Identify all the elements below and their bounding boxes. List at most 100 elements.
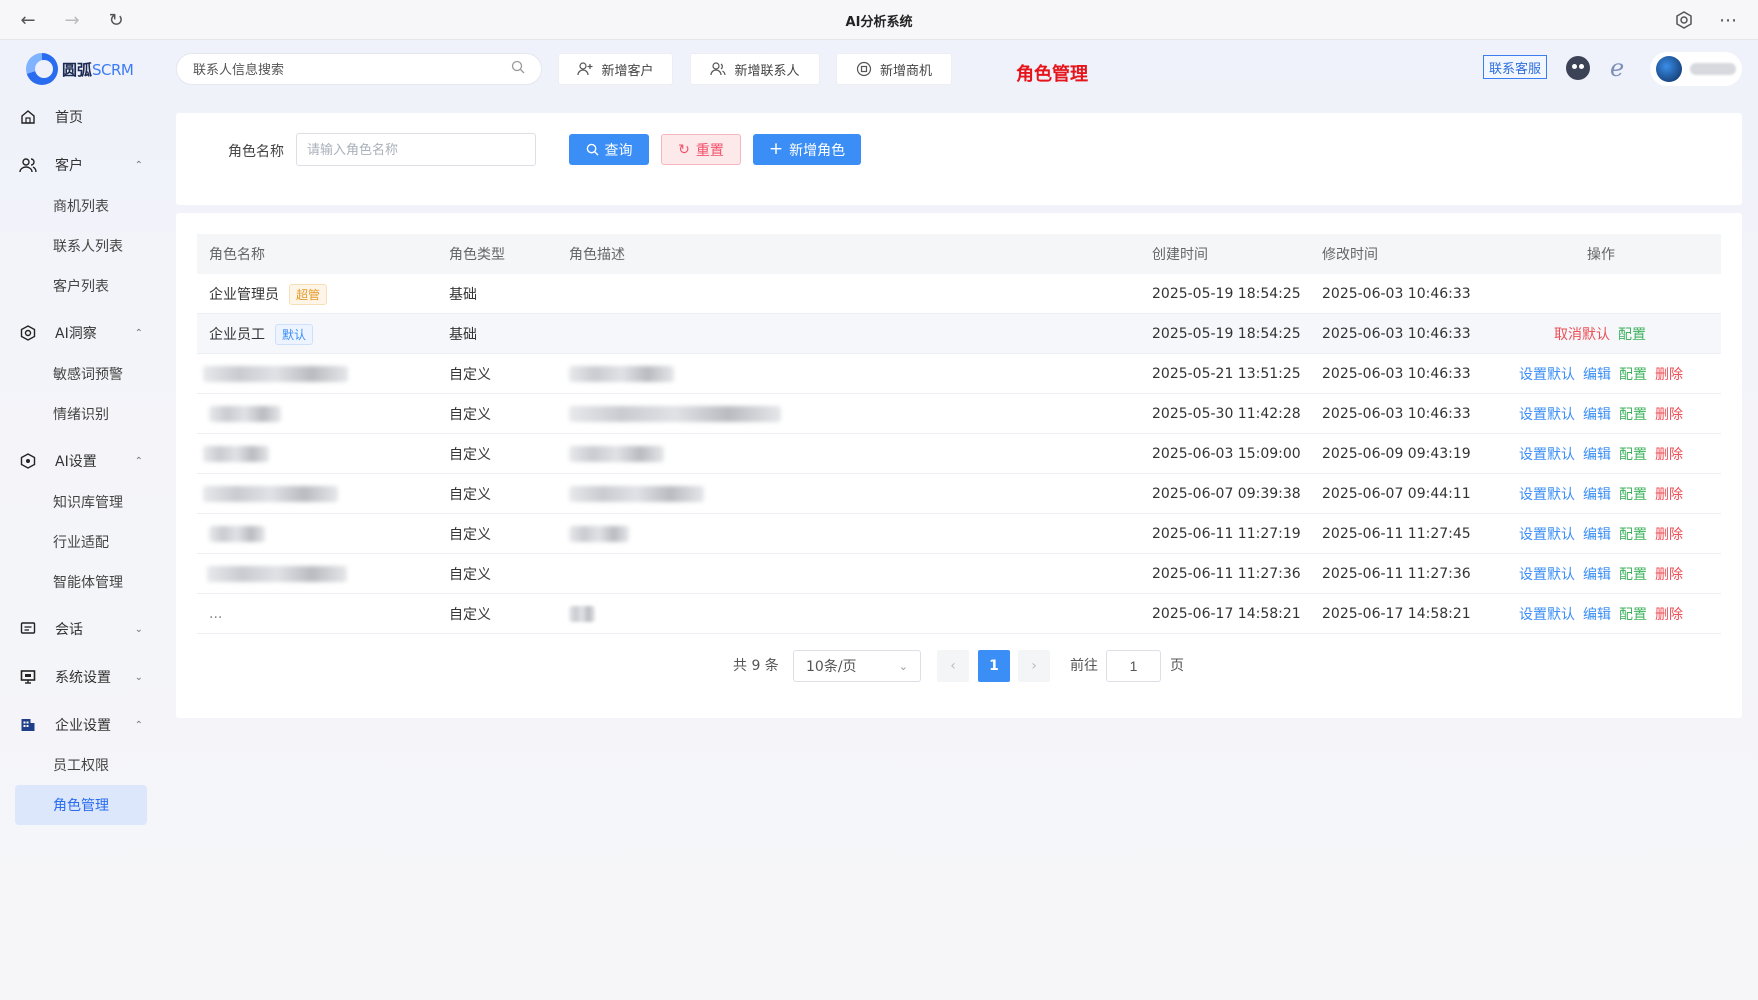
role-name: 企业员工 [209,327,265,343]
created-time: 2025-06-11 11:27:19 [1152,526,1301,542]
sidebar-item-ai-insight[interactable]: AI洞察 ⌃ [15,313,147,353]
page-size-select[interactable]: 10条/页 ⌄ [793,650,921,682]
configure-link[interactable]: 配置 [1619,604,1647,624]
col-actions: 操作 [1587,247,1615,263]
created-time: 2025-05-30 11:42:28 [1152,406,1301,422]
user-menu[interactable] [1650,52,1742,86]
delete-link[interactable]: 删除 [1655,564,1683,584]
sidebar-item-chat[interactable]: 会话 ⌄ [15,609,147,649]
modified-time: 2025-06-17 14:58:21 [1322,606,1471,622]
sidebar-item-employee-permissions[interactable]: 员工权限 [15,745,147,785]
modified-time: 2025-06-11 11:27:36 [1322,566,1471,582]
configure-link[interactable]: 配置 [1619,404,1647,424]
role-name-redacted [207,566,347,582]
add-role-button[interactable]: + 新增角色 [753,134,861,165]
users-icon [19,156,37,174]
sidebar-item-opportunity-list[interactable]: 商机列表 [15,186,147,226]
add-contact-button[interactable]: 新增联系人 [690,53,820,85]
delete-link[interactable]: 删除 [1655,484,1683,504]
delete-link[interactable]: 删除 [1655,524,1683,544]
edit-link[interactable]: 编辑 [1583,404,1611,424]
edit-link[interactable]: 编辑 [1583,444,1611,464]
settings-hex-icon[interactable] [1672,8,1696,32]
edit-link[interactable]: 编辑 [1583,604,1611,624]
sidebar-item-agent-management[interactable]: 智能体管理 [15,562,147,602]
browser-e-icon[interactable]: e [1610,54,1624,82]
role-desc-redacted [569,486,704,502]
delete-link[interactable]: 删除 [1655,444,1683,464]
role-desc-redacted [569,446,664,462]
default-badge: 默认 [275,323,314,345]
edit-link[interactable]: 编辑 [1583,564,1611,584]
more-icon[interactable]: ⋯ [1716,8,1740,32]
page-number-current[interactable]: 1 [978,650,1010,682]
set-default-link[interactable]: 设置默认 [1519,484,1575,504]
add-opportunity-button[interactable]: 新增商机 [836,53,952,85]
sidebar-item-knowledge-base[interactable]: 知识库管理 [15,482,147,522]
sidebar-item-industry-adapt[interactable]: 行业适配 [15,522,147,562]
table-row[interactable]: 自定义 2025-06-03 15:09:00 2025-06-09 09:43… [197,434,1721,474]
set-default-link[interactable]: 设置默认 [1519,604,1575,624]
configure-link[interactable]: 配置 [1619,564,1647,584]
configure-link[interactable]: 配置 [1619,484,1647,504]
edit-link[interactable]: 编辑 [1583,524,1611,544]
edit-link[interactable]: 编辑 [1583,364,1611,384]
sidebar-item-sensitive-words[interactable]: 敏感词预警 [15,354,147,394]
sidebar-item-system-settings[interactable]: 系统设置 ⌄ [15,657,147,697]
set-default-link[interactable]: 设置默认 [1519,404,1575,424]
table-row[interactable]: 自定义 2025-05-21 13:51:25 2025-06-03 10:46… [197,354,1721,394]
sidebar-item-home[interactable]: 首页 [15,97,147,137]
chevron-down-icon: ⌄ [134,623,143,635]
delete-link[interactable]: 删除 [1655,404,1683,424]
query-button[interactable]: 查询 [569,134,649,165]
table-header: 角色名称 角色类型 角色描述 创建时间 修改时间 操作 [197,234,1721,274]
table-row[interactable]: ... 自定义 2025-06-17 14:58:21 2025-06-17 1… [197,594,1721,634]
page-title: 角色管理 [1016,64,1088,85]
prev-page-button[interactable]: ‹ [937,650,969,682]
robot-assistant-icon[interactable] [1566,56,1590,80]
set-default-link[interactable]: 设置默认 [1519,564,1575,584]
table-row[interactable]: 企业员工 默认 基础 2025-05-19 18:54:25 2025-06-03… [197,314,1721,354]
set-default-link[interactable]: 设置默认 [1519,444,1575,464]
add-customer-button[interactable]: 新增客户 [558,53,673,85]
delete-link[interactable]: 删除 [1655,604,1683,624]
cancel-default-link[interactable]: 取消默认 [1554,324,1610,344]
table-row[interactable]: 自定义 2025-06-11 11:27:19 2025-06-11 11:27… [197,514,1721,554]
set-default-link[interactable]: 设置默认 [1519,364,1575,384]
sidebar-item-emotion-recognition[interactable]: 情绪识别 [15,394,147,434]
sidebar-item-ai-settings[interactable]: AI设置 ⌃ [15,441,147,481]
role-name: ... [209,606,223,622]
logo[interactable]: 圆弧SCRM [26,52,134,86]
contact-search-input[interactable] [193,61,511,77]
table-row[interactable]: 自定义 2025-05-30 11:42:28 2025-06-03 10:46… [197,394,1721,434]
table-row[interactable]: 企业管理员 超管 基础 2025-05-19 18:54:25 2025-06-0… [197,274,1721,314]
set-default-link[interactable]: 设置默认 [1519,524,1575,544]
role-desc-redacted [569,606,595,622]
delete-link[interactable]: 删除 [1655,364,1683,384]
next-page-button[interactable]: › [1018,650,1050,682]
configure-link[interactable]: 配置 [1619,444,1647,464]
table-row[interactable]: 自定义 2025-06-07 09:39:38 2025-06-07 09:44… [197,474,1721,514]
sidebar-item-customer-list[interactable]: 客户列表 [15,266,147,306]
col-created: 创建时间 [1152,247,1208,263]
col-role-type: 角色类型 [449,247,505,263]
role-type: 自定义 [449,407,491,423]
sidebar-item-contact-list[interactable]: 联系人列表 [15,226,147,266]
role-name: 企业管理员 [209,287,279,303]
edit-link[interactable]: 编辑 [1583,484,1611,504]
configure-link[interactable]: 配置 [1619,364,1647,384]
configure-link[interactable]: 配置 [1619,524,1647,544]
super-admin-badge: 超管 [289,283,328,305]
sidebar-item-customer[interactable]: 客户 ⌃ [15,145,147,185]
sidebar-item-enterprise-settings[interactable]: 企业设置 ⌃ [15,705,147,745]
role-name-input[interactable] [296,133,536,166]
table-row[interactable]: 自定义 2025-06-11 11:27:36 2025-06-11 11:27… [197,554,1721,594]
goto-page-input[interactable] [1106,650,1161,682]
monitor-icon [19,668,37,686]
plus-icon: + [768,139,784,159]
reset-button[interactable]: ↻ 重置 [661,134,741,165]
configure-link[interactable]: 配置 [1618,324,1646,344]
search-icon[interactable] [511,60,525,78]
contact-service-button[interactable]: 联系客服 [1483,55,1548,79]
sidebar-item-role-management[interactable]: 角色管理 [15,785,147,825]
